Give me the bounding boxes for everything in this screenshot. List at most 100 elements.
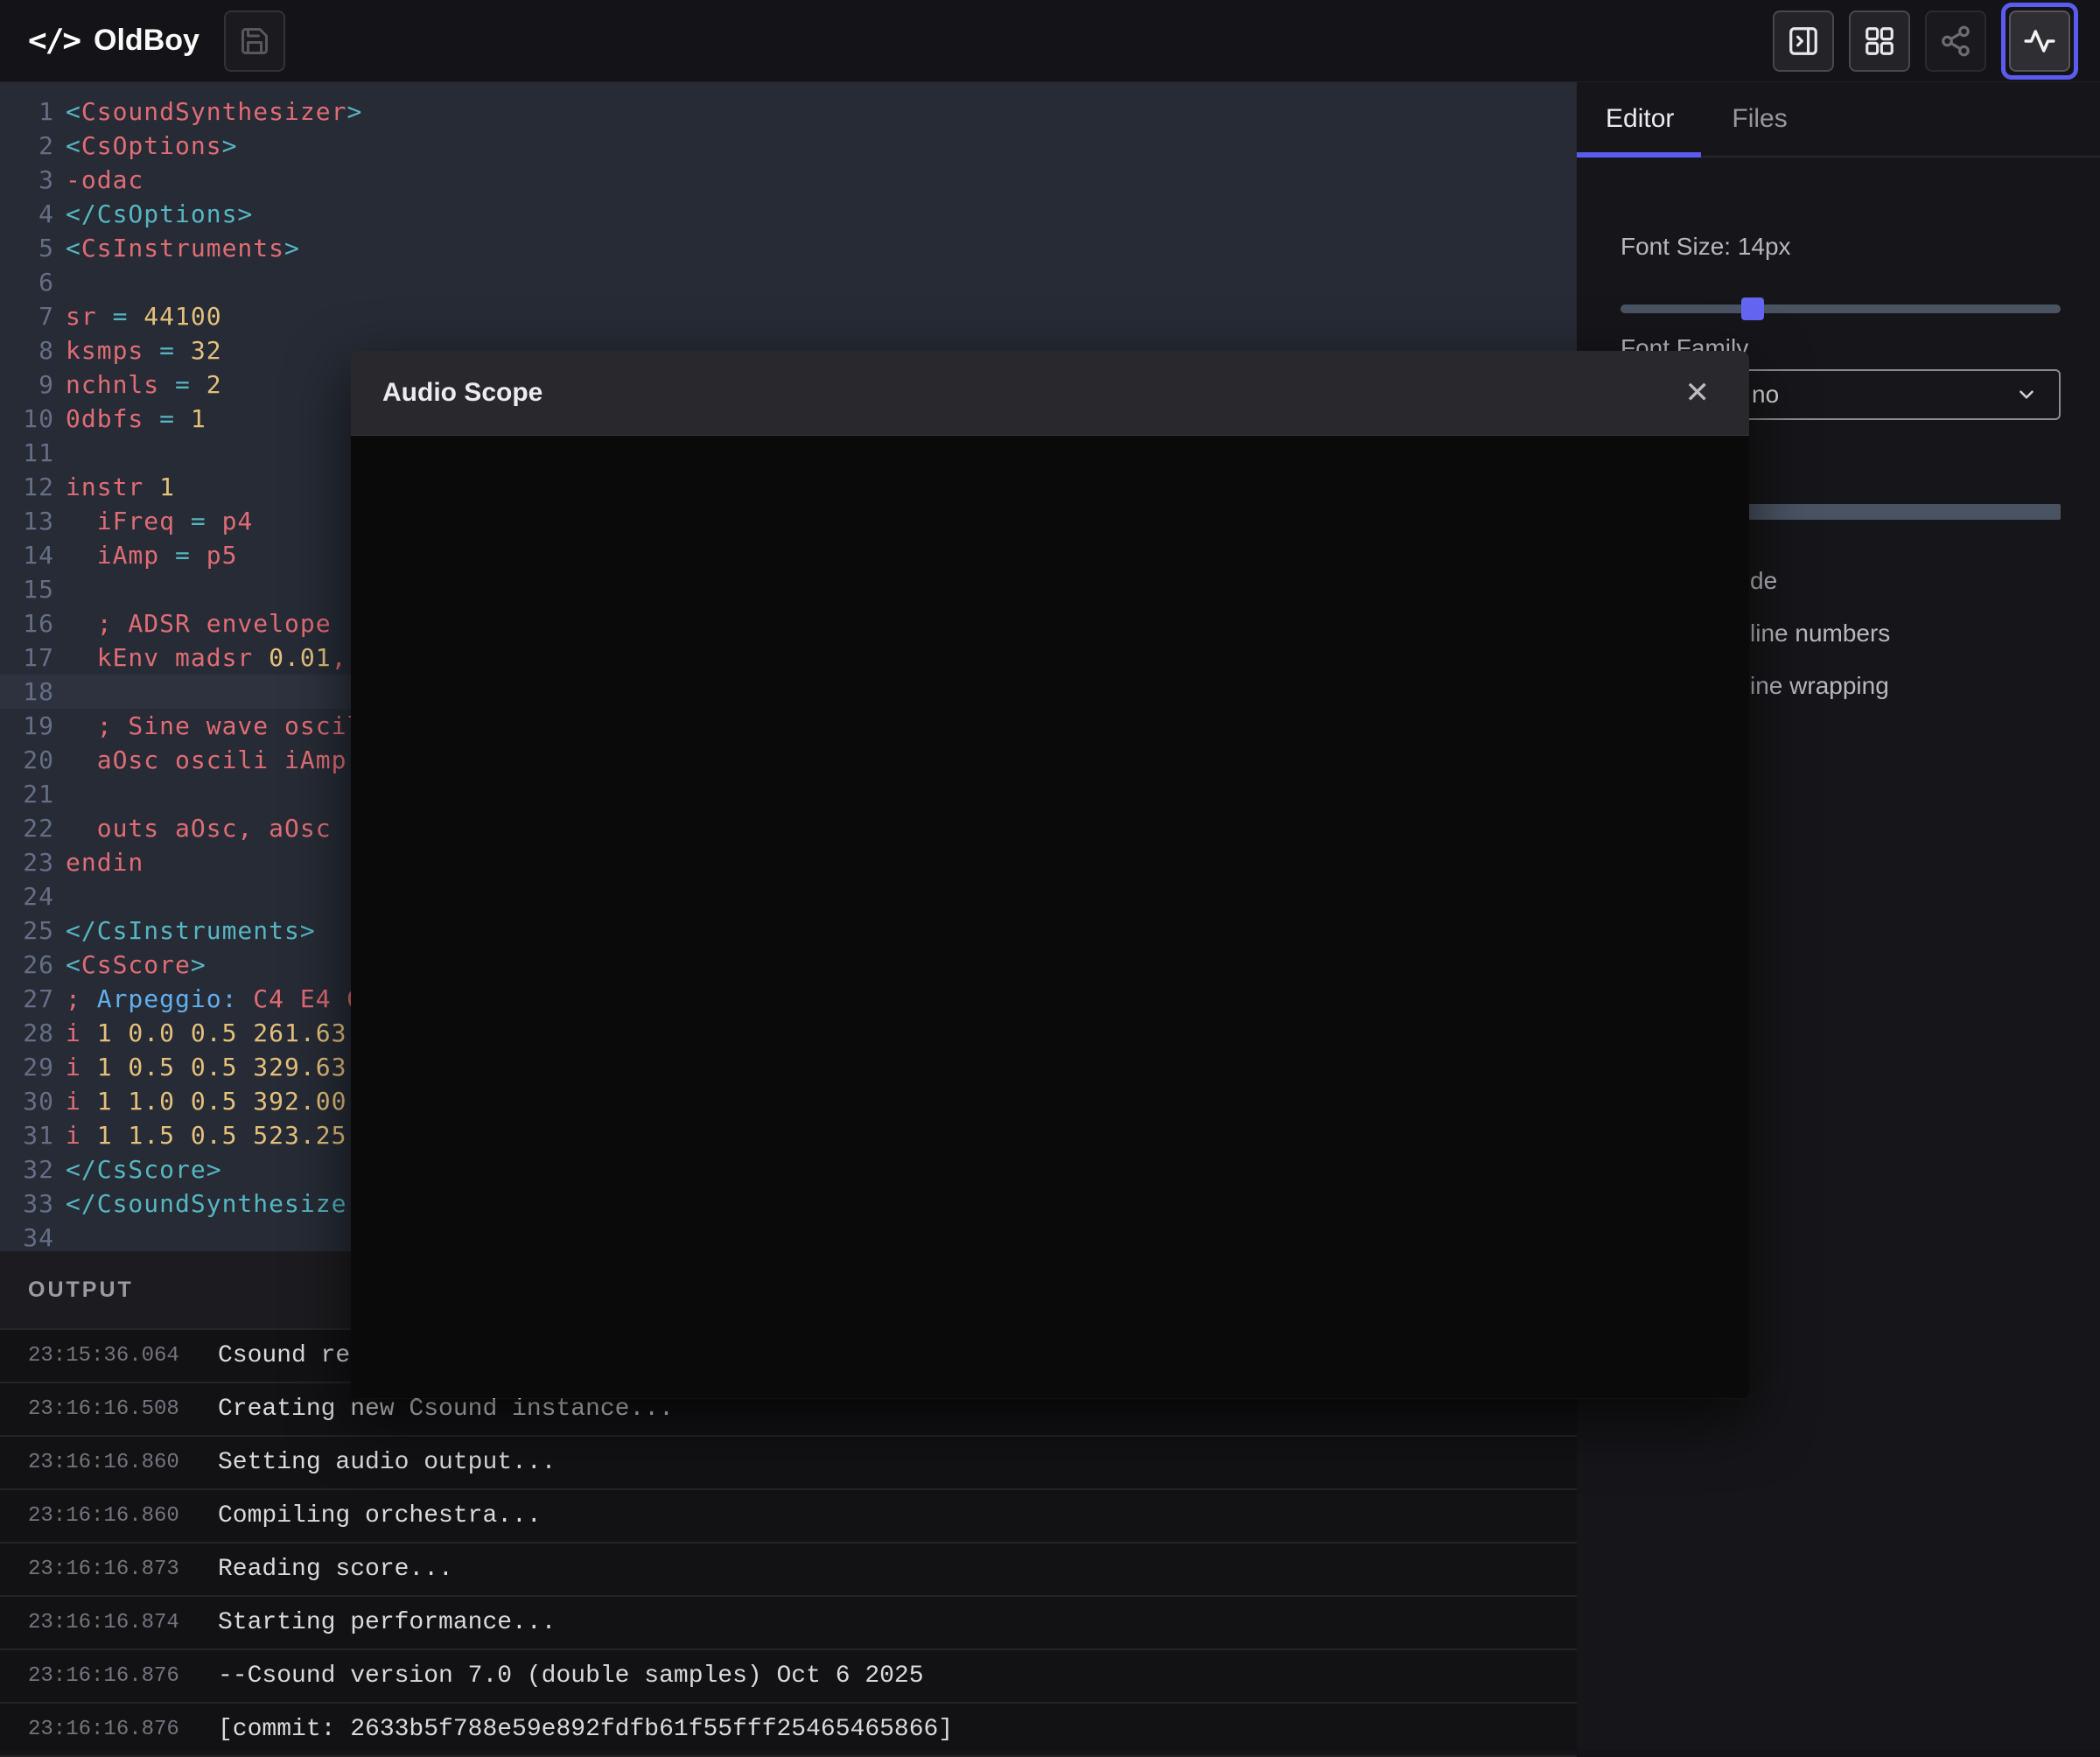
code-text: ; ADSR envelope: [66, 606, 332, 640]
code-text: <CsScore>: [66, 948, 206, 982]
audio-scope-button[interactable]: [2009, 10, 2070, 72]
panel-right-chevron-icon: [1787, 24, 1820, 58]
log-message: Setting audio output...: [218, 1449, 556, 1476]
log-timestamp: 23:16:16.860: [28, 1504, 177, 1528]
line-number: 28: [0, 1016, 54, 1050]
code-text: i 1 0.5 0.5 329.63: [66, 1050, 346, 1084]
line-number: 12: [0, 470, 54, 504]
activity-icon: [2023, 24, 2056, 58]
top-bar: </> OldBoy: [0, 0, 2100, 82]
output-log-row: 23:16:16.876[commit: 2633b5f788e59e892fd…: [0, 1704, 1577, 1757]
line-number: 7: [0, 299, 54, 333]
code-text: 0dbfs = 1: [66, 402, 206, 436]
line-number: 18: [0, 675, 54, 709]
output-title: OUTPUT: [28, 1278, 134, 1303]
line-number: 21: [0, 777, 54, 811]
code-line[interactable]: 3 -odac: [0, 163, 1577, 197]
code-text: -odac: [66, 163, 144, 197]
log-timestamp: 23:16:16.876: [28, 1664, 177, 1688]
line-number: 14: [0, 538, 54, 572]
output-log-row: 23:16:16.873 Reading score...: [0, 1544, 1577, 1597]
tab-editor[interactable]: Editor: [1606, 104, 1674, 134]
line-number: 24: [0, 879, 54, 914]
log-timestamp: 23:16:16.508: [28, 1397, 177, 1421]
tab-files[interactable]: Files: [1732, 104, 1787, 134]
log-message: Csound re: [218, 1342, 350, 1369]
code-text: kEnv madsr 0.01,: [66, 640, 346, 675]
code-text: outs aOsc, aOsc: [66, 811, 332, 845]
output-log-row: 23:16:16.860 Setting audio output...: [0, 1437, 1577, 1490]
log-message: --Csound version 7.0 (double samples) Oc…: [218, 1662, 924, 1690]
font-size-label: Font Size: 14px: [1620, 233, 2061, 261]
line-number: 4: [0, 197, 54, 231]
font-size-slider[interactable]: [1620, 304, 2061, 313]
code-line[interactable]: 6: [0, 265, 1577, 299]
line-number: 5: [0, 231, 54, 265]
log-message: Reading score...: [218, 1556, 453, 1583]
line-number: 1: [0, 94, 54, 129]
code-text: nchnls = 2: [66, 368, 222, 402]
font-family-selected-value: no: [1752, 381, 1779, 409]
line-number: 2: [0, 129, 54, 163]
code-line[interactable]: 1 <CsoundSynthesizer>: [0, 94, 1577, 129]
code-line[interactable]: 7 sr = 44100: [0, 299, 1577, 333]
line-number: 20: [0, 743, 54, 777]
code-text: </CsoundSynthesizer: [66, 1186, 362, 1221]
code-text: iAmp = p5: [66, 538, 237, 572]
line-number: 33: [0, 1186, 54, 1221]
save-icon: [239, 25, 270, 57]
toggle-option-label: line numbers: [1750, 620, 1890, 648]
save-button[interactable]: [224, 10, 285, 72]
line-number: 15: [0, 572, 54, 606]
code-text: ksmps = 32: [66, 333, 222, 368]
code-text: i 1 1.0 0.5 392.00: [66, 1084, 346, 1118]
line-number: 26: [0, 948, 54, 982]
line-number: 13: [0, 504, 54, 538]
close-icon[interactable]: ✕: [1685, 378, 1711, 408]
line-number: 3: [0, 163, 54, 197]
code-line[interactable]: 5<CsInstruments>: [0, 231, 1577, 265]
code-text: instr 1: [66, 470, 175, 504]
line-number: 34: [0, 1221, 54, 1251]
line-number: 17: [0, 640, 54, 675]
code-line[interactable]: 2 <CsOptions>: [0, 129, 1577, 163]
font-size-slider-thumb[interactable]: [1741, 298, 1764, 320]
line-number: 25: [0, 914, 54, 948]
code-text: ; Arpeggio: C4 E4 G: [66, 982, 362, 1016]
line-number: 16: [0, 606, 54, 640]
toggle-option-label: ine wrapping: [1750, 672, 1889, 700]
line-number: 11: [0, 436, 54, 470]
audio-scope-modal-header: Audio Scope ✕: [351, 351, 1749, 436]
log-timestamp: 23:16:16.873: [28, 1558, 177, 1581]
line-number: 6: [0, 265, 54, 299]
code-text: <CsOptions>: [66, 129, 237, 163]
line-number: 23: [0, 845, 54, 879]
code-text: i 1 1.5 0.5 523.25: [66, 1118, 346, 1152]
code-text: sr = 44100: [66, 299, 222, 333]
audio-scope-modal: Audio Scope ✕: [351, 351, 1749, 1399]
code-text: </CsScore>: [66, 1152, 222, 1186]
panel-toggle-button[interactable]: [1773, 10, 1834, 72]
share-button[interactable]: [1925, 10, 1986, 72]
toggle-option-label: de: [1750, 567, 1777, 595]
audio-scope-display: [351, 436, 1749, 1398]
output-log-row: 23:16:16.874 Starting performance...: [0, 1597, 1577, 1650]
grid-icon: [1863, 24, 1896, 58]
line-number: 29: [0, 1050, 54, 1084]
log-timestamp: 23:16:16.860: [28, 1451, 177, 1474]
code-text: <CsoundSynthesizer>: [66, 94, 362, 129]
log-message: Starting performance...: [218, 1609, 556, 1636]
line-number: 30: [0, 1084, 54, 1118]
line-number: 32: [0, 1152, 54, 1186]
log-message: [commit: 2633b5f788e59e892fdfb61f55fff25…: [218, 1716, 953, 1743]
chevron-down-icon: [2015, 383, 2038, 406]
topbar-actions: [1773, 0, 2078, 82]
output-log-row: 23:16:16.876 --Csound version 7.0 (double…: [0, 1650, 1577, 1704]
code-line[interactable]: 4</CsOptions>: [0, 197, 1577, 231]
audio-scope-button-ring: [2001, 3, 2078, 80]
code-text: iFreq = p4: [66, 504, 253, 538]
code-text: endin: [66, 845, 144, 879]
log-timestamp: 23:16:16.874: [28, 1611, 177, 1634]
layout-grid-button[interactable]: [1849, 10, 1910, 72]
share-icon: [1939, 24, 1972, 58]
